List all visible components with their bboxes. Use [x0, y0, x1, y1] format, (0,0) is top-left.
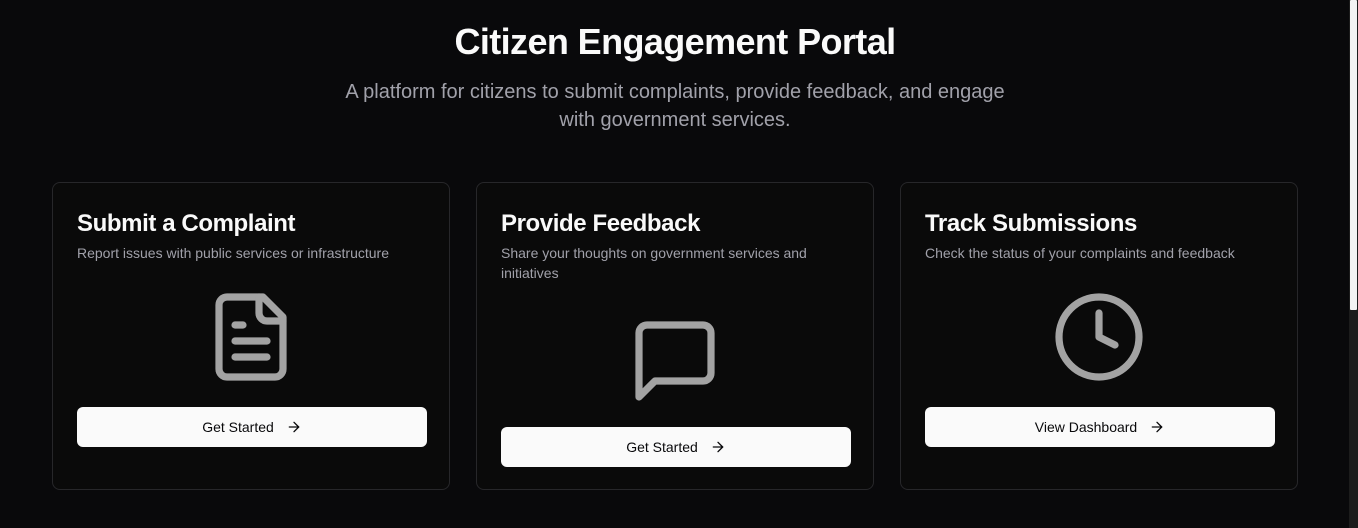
- scrollbar-thumb[interactable]: [1350, 0, 1357, 310]
- arrow-right-icon: [1149, 419, 1165, 435]
- clock-icon: [1051, 289, 1147, 390]
- button-label: View Dashboard: [1034, 419, 1138, 435]
- button-label: Get Started: [202, 419, 274, 435]
- card-title: Track Submissions: [925, 210, 1137, 237]
- page-subtitle: A platform for citizens to submit compla…: [345, 81, 1005, 131]
- card-title: Submit a Complaint: [77, 210, 296, 237]
- card-description: Check the status of your complaints and …: [925, 245, 1235, 261]
- get-started-complaint-button[interactable]: Get Started: [77, 407, 427, 447]
- scrollbar-track[interactable]: [1349, 0, 1358, 528]
- page-title: Citizen Engagement Portal: [454, 21, 896, 62]
- view-dashboard-button[interactable]: View Dashboard: [925, 407, 1275, 447]
- arrow-right-icon: [286, 419, 302, 435]
- get-started-feedback-button[interactable]: Get Started: [501, 427, 851, 467]
- card-provide-feedback: Provide Feedback Share your thoughts on …: [476, 182, 874, 490]
- card-submit-complaint: Submit a Complaint Report issues with pu…: [52, 182, 450, 490]
- arrow-right-icon: [710, 439, 726, 455]
- hero-section: Citizen Engagement Portal A platform for…: [0, 20, 1350, 134]
- card-track-submissions: Track Submissions Check the status of yo…: [900, 182, 1298, 490]
- page: Citizen Engagement Portal A platform for…: [0, 0, 1358, 528]
- card-description: Share your thoughts on government servic…: [501, 245, 807, 281]
- message-square-icon: [627, 313, 723, 414]
- file-text-icon: [203, 289, 299, 390]
- button-label: Get Started: [626, 439, 698, 455]
- card-description: Report issues with public services or in…: [77, 245, 390, 261]
- card-title: Provide Feedback: [501, 210, 701, 237]
